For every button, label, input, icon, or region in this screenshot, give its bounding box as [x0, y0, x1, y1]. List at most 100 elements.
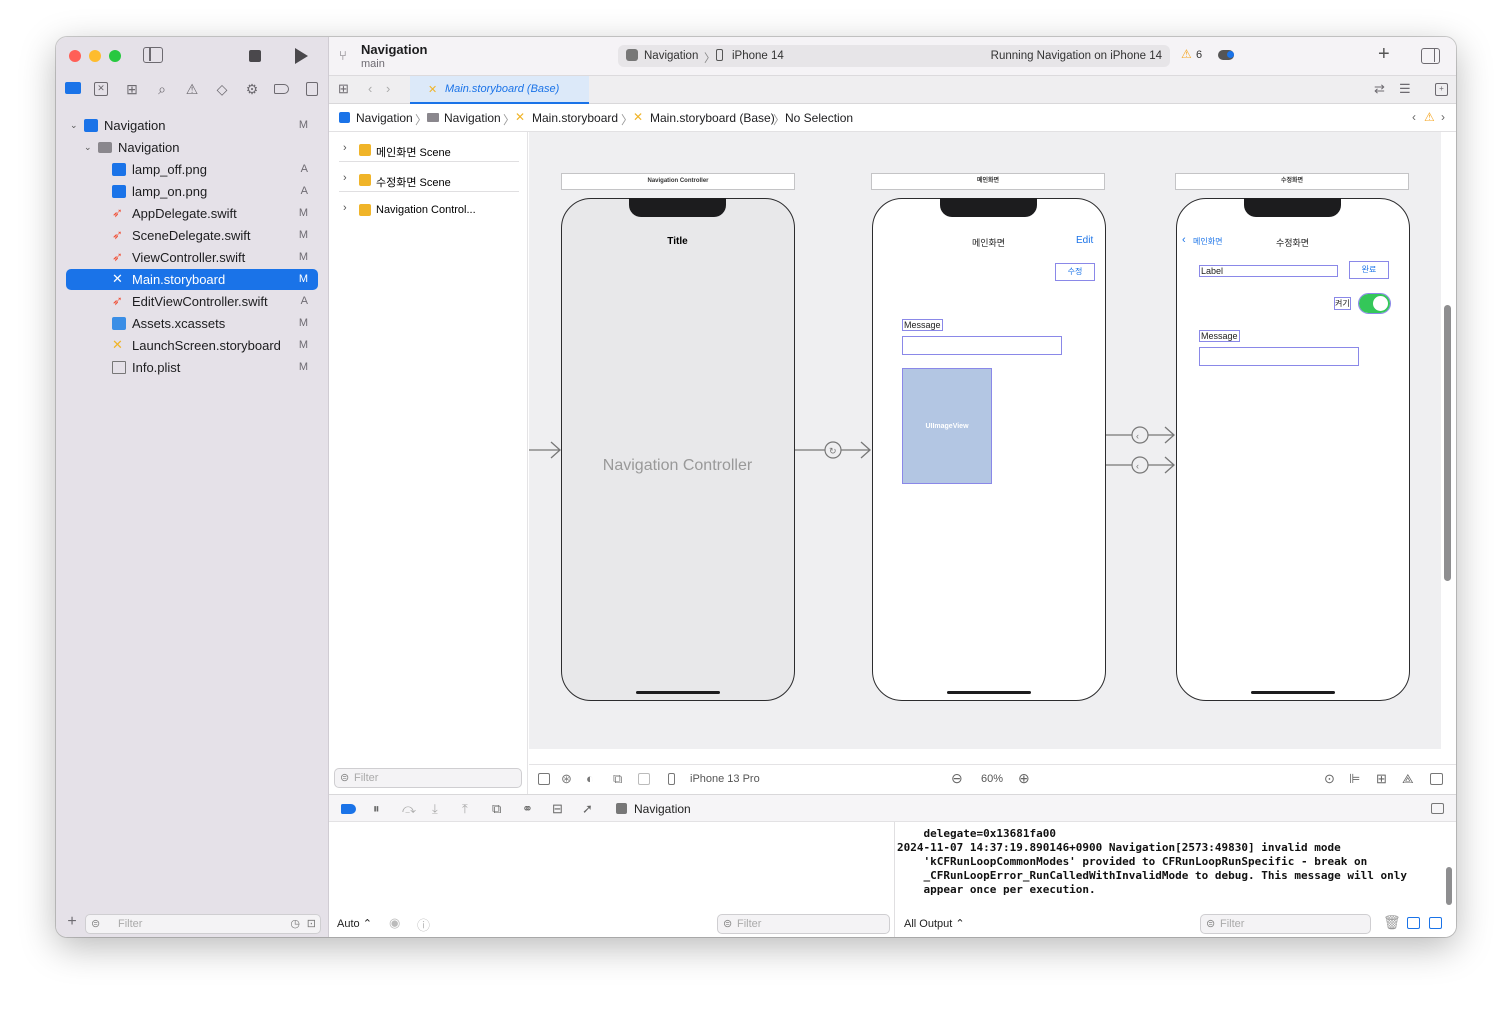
- report-icon[interactable]: [306, 82, 318, 96]
- device-configuration[interactable]: iPhone 13 Pro: [690, 773, 760, 785]
- view-hierarchy-icon[interactable]: ⧉: [492, 801, 501, 817]
- appearance-icon[interactable]: ◐: [586, 771, 594, 786]
- tab-main-storyboard[interactable]: ✕ Main.storyboard (Base): [410, 76, 589, 104]
- jump-project[interactable]: Navigation: [356, 111, 413, 125]
- debug-navigator-icon[interactable]: ⚙: [244, 81, 260, 97]
- grid-icon[interactable]: ⊞: [338, 81, 349, 97]
- warning-icon[interactable]: ⚠: [1181, 47, 1192, 61]
- file-row[interactable]: ➶ SceneDelegate.swift M: [66, 225, 318, 246]
- align-icon[interactable]: ⊫: [1349, 771, 1360, 787]
- run-icon[interactable]: [295, 48, 308, 64]
- show-segue-icon[interactable]: [1131, 426, 1149, 444]
- zoom-window-button[interactable]: [109, 50, 121, 62]
- zoom-in-icon[interactable]: ⊕: [1018, 770, 1030, 787]
- outline-scene-row[interactable]: › 메인화면 Scene: [339, 140, 519, 162]
- info-icon[interactable]: ⓘ: [417, 915, 430, 934]
- file-row[interactable]: ➶ ViewController.swift M: [66, 247, 318, 268]
- update-frames-icon[interactable]: ⊙: [1324, 771, 1335, 787]
- memory-graph-icon[interactable]: ⚭: [522, 801, 533, 817]
- add-constraints-icon[interactable]: ⊞: [1376, 771, 1387, 787]
- disclosure-closed-icon[interactable]: ›: [343, 202, 347, 214]
- zoom-level[interactable]: 60%: [981, 773, 1003, 785]
- eye-icon[interactable]: ◉: [389, 915, 400, 931]
- next-issue-icon[interactable]: ›: [1441, 110, 1445, 124]
- file-row[interactable]: lamp_on.png A: [66, 181, 318, 202]
- swap-icon[interactable]: ⇄: [1374, 81, 1385, 97]
- symbol-navigator-icon[interactable]: ⊞: [124, 81, 140, 97]
- step-out-icon[interactable]: ⤒: [462, 801, 468, 817]
- issue-icon[interactable]: ⚠: [184, 81, 200, 97]
- file-row[interactable]: Assets.xcassets M: [66, 313, 318, 334]
- forward-icon[interactable]: ›: [386, 81, 390, 97]
- environment-overrides-icon[interactable]: ⊟: [552, 801, 563, 817]
- file-row[interactable]: lamp_off.png A: [66, 159, 318, 180]
- warning-count[interactable]: 6: [1196, 49, 1202, 61]
- outline-scene-row[interactable]: › Navigation Control...: [339, 200, 519, 222]
- test-icon[interactable]: ◇: [214, 81, 230, 97]
- hide-debug-area-icon[interactable]: [1431, 803, 1444, 814]
- add-icon[interactable]: +: [65, 914, 79, 930]
- library-add-icon[interactable]: +: [1378, 44, 1390, 64]
- find-icon[interactable]: ⌕: [154, 81, 170, 97]
- orientation-icon[interactable]: ⧉: [613, 771, 622, 787]
- file-row[interactable]: ➶ AppDelegate.swift M: [66, 203, 318, 224]
- console-output[interactable]: delegate=0x13681fa00 2024-11-07 14:37:19.…: [897, 827, 1437, 907]
- file-row[interactable]: ✕ LaunchScreen.storyboard M: [66, 335, 318, 356]
- jump-group[interactable]: Navigation: [444, 111, 501, 125]
- disclosure-open-icon[interactable]: ⌄: [84, 137, 92, 158]
- group-row[interactable]: ⌄ Navigation: [66, 137, 318, 158]
- project-row[interactable]: ⌄ Navigation M: [66, 115, 318, 136]
- jump-localization[interactable]: Main.storyboard (Base): [650, 111, 775, 125]
- navigator-filter-input[interactable]: ⊜ Filter ◷ ⊡: [85, 914, 321, 934]
- source-control-filter-icon[interactable]: ⊡: [307, 915, 316, 933]
- stop-icon[interactable]: [249, 50, 261, 62]
- inspector-toggle-icon[interactable]: [1421, 48, 1440, 64]
- disclosure-closed-icon[interactable]: ›: [343, 172, 347, 184]
- warning-icon[interactable]: ⚠: [1424, 110, 1435, 124]
- editor-options-icon[interactable]: ☰: [1399, 81, 1411, 97]
- output-selector[interactable]: All Output ⌃: [904, 917, 965, 930]
- auto-selector[interactable]: Auto ⌃: [337, 917, 372, 930]
- step-over-icon[interactable]: ⤼: [402, 801, 416, 817]
- variables-filter-input[interactable]: ⊜ Filter: [717, 914, 890, 934]
- close-window-button[interactable]: [69, 50, 81, 62]
- step-into-icon[interactable]: ⤓: [432, 801, 438, 817]
- outline-filter-input[interactable]: ⊜ Filter: [334, 768, 522, 788]
- accessibility-icon[interactable]: ⊛: [561, 771, 572, 787]
- file-row[interactable]: ➶ EditViewController.swift A: [66, 291, 318, 312]
- file-row[interactable]: Info.plist M: [66, 357, 318, 378]
- scheme-selector[interactable]: Navigation: [644, 50, 698, 62]
- trash-icon[interactable]: 🗑: [1383, 914, 1401, 931]
- layout-icon[interactable]: [638, 773, 650, 785]
- cloud-icon[interactable]: [1218, 50, 1234, 60]
- storyboard-canvas[interactable]: Navigation Controller 메인화면 수정화면 Title Na…: [529, 132, 1441, 749]
- jump-file[interactable]: Main.storyboard: [532, 111, 618, 125]
- add-editor-icon[interactable]: +: [1435, 83, 1448, 96]
- vertical-scrollbar[interactable]: [1444, 305, 1451, 581]
- folder-icon[interactable]: [65, 82, 81, 94]
- jump-selection[interactable]: No Selection: [785, 111, 853, 125]
- source-control-icon[interactable]: ✕: [94, 82, 108, 96]
- embed-in-icon[interactable]: [1430, 773, 1443, 785]
- console-filter-input[interactable]: ⊜ Filter: [1200, 914, 1371, 934]
- activity-view[interactable]: Navigation 〉 iPhone 14 Running Navigatio…: [618, 45, 1170, 67]
- back-icon[interactable]: ‹: [368, 81, 372, 97]
- disclosure-closed-icon[interactable]: ›: [343, 142, 347, 154]
- previous-issue-icon[interactable]: ‹: [1412, 110, 1416, 124]
- file-row[interactable]: ✕ Main.storyboard M: [66, 269, 318, 290]
- breakpoints-toggle-icon[interactable]: [341, 804, 356, 814]
- zoom-out-icon[interactable]: ⊖: [951, 770, 963, 787]
- show-variables-icon[interactable]: [1407, 917, 1420, 929]
- disclosure-open-icon[interactable]: ⌄: [70, 115, 78, 136]
- simulate-location-icon[interactable]: ➚: [582, 801, 593, 817]
- breakpoint-icon[interactable]: [274, 84, 289, 94]
- device-selector[interactable]: iPhone 14: [732, 50, 784, 62]
- resolve-issues-icon[interactable]: ⟁: [1402, 771, 1414, 787]
- console-scrollbar[interactable]: [1446, 867, 1452, 905]
- recent-files-icon[interactable]: ◷: [290, 915, 300, 933]
- show-console-icon[interactable]: [1429, 917, 1442, 929]
- pause-icon[interactable]: ⏸: [373, 801, 380, 817]
- sidebar-toggle-icon[interactable]: [143, 47, 163, 63]
- outline-toggle-icon[interactable]: [538, 773, 550, 785]
- show-segue-icon[interactable]: [1131, 456, 1149, 474]
